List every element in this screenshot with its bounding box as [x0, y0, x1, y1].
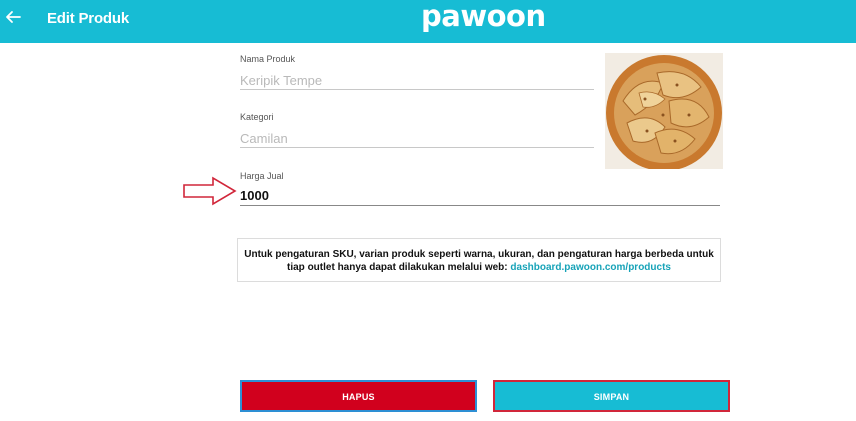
product-name-value[interactable]: Keripik Tempe [240, 73, 322, 88]
pawoon-logo: pawoon [421, 0, 546, 33]
category-underline [240, 147, 594, 148]
pointer-arrow-icon [183, 176, 237, 206]
product-image[interactable] [605, 53, 723, 169]
dashboard-link[interactable]: dashboard.pawoon.com/products [510, 262, 671, 273]
product-name-field[interactable]: Nama Produk Keripik Tempe [240, 54, 322, 88]
category-label: Kategori [240, 112, 274, 122]
price-label: Harga Jual [240, 171, 284, 181]
category-value[interactable]: Camilan [240, 131, 288, 146]
price-underline [240, 205, 720, 206]
category-field[interactable]: Kategori Camilan [240, 112, 288, 146]
arrow-left-icon[interactable] [4, 8, 22, 26]
product-name-underline [240, 89, 594, 90]
price-field[interactable]: Harga Jual 1000 [240, 171, 284, 203]
top-app-bar: Edit Produk pawoon [0, 0, 856, 43]
info-notice: Untuk pengaturan SKU, varian produk sepe… [237, 238, 721, 282]
price-value[interactable]: 1000 [240, 188, 284, 203]
save-button[interactable]: SIMPAN [493, 380, 730, 412]
delete-button[interactable]: HAPUS [240, 380, 477, 412]
page-title: Edit Produk [47, 10, 129, 27]
product-name-label: Nama Produk [240, 54, 296, 64]
